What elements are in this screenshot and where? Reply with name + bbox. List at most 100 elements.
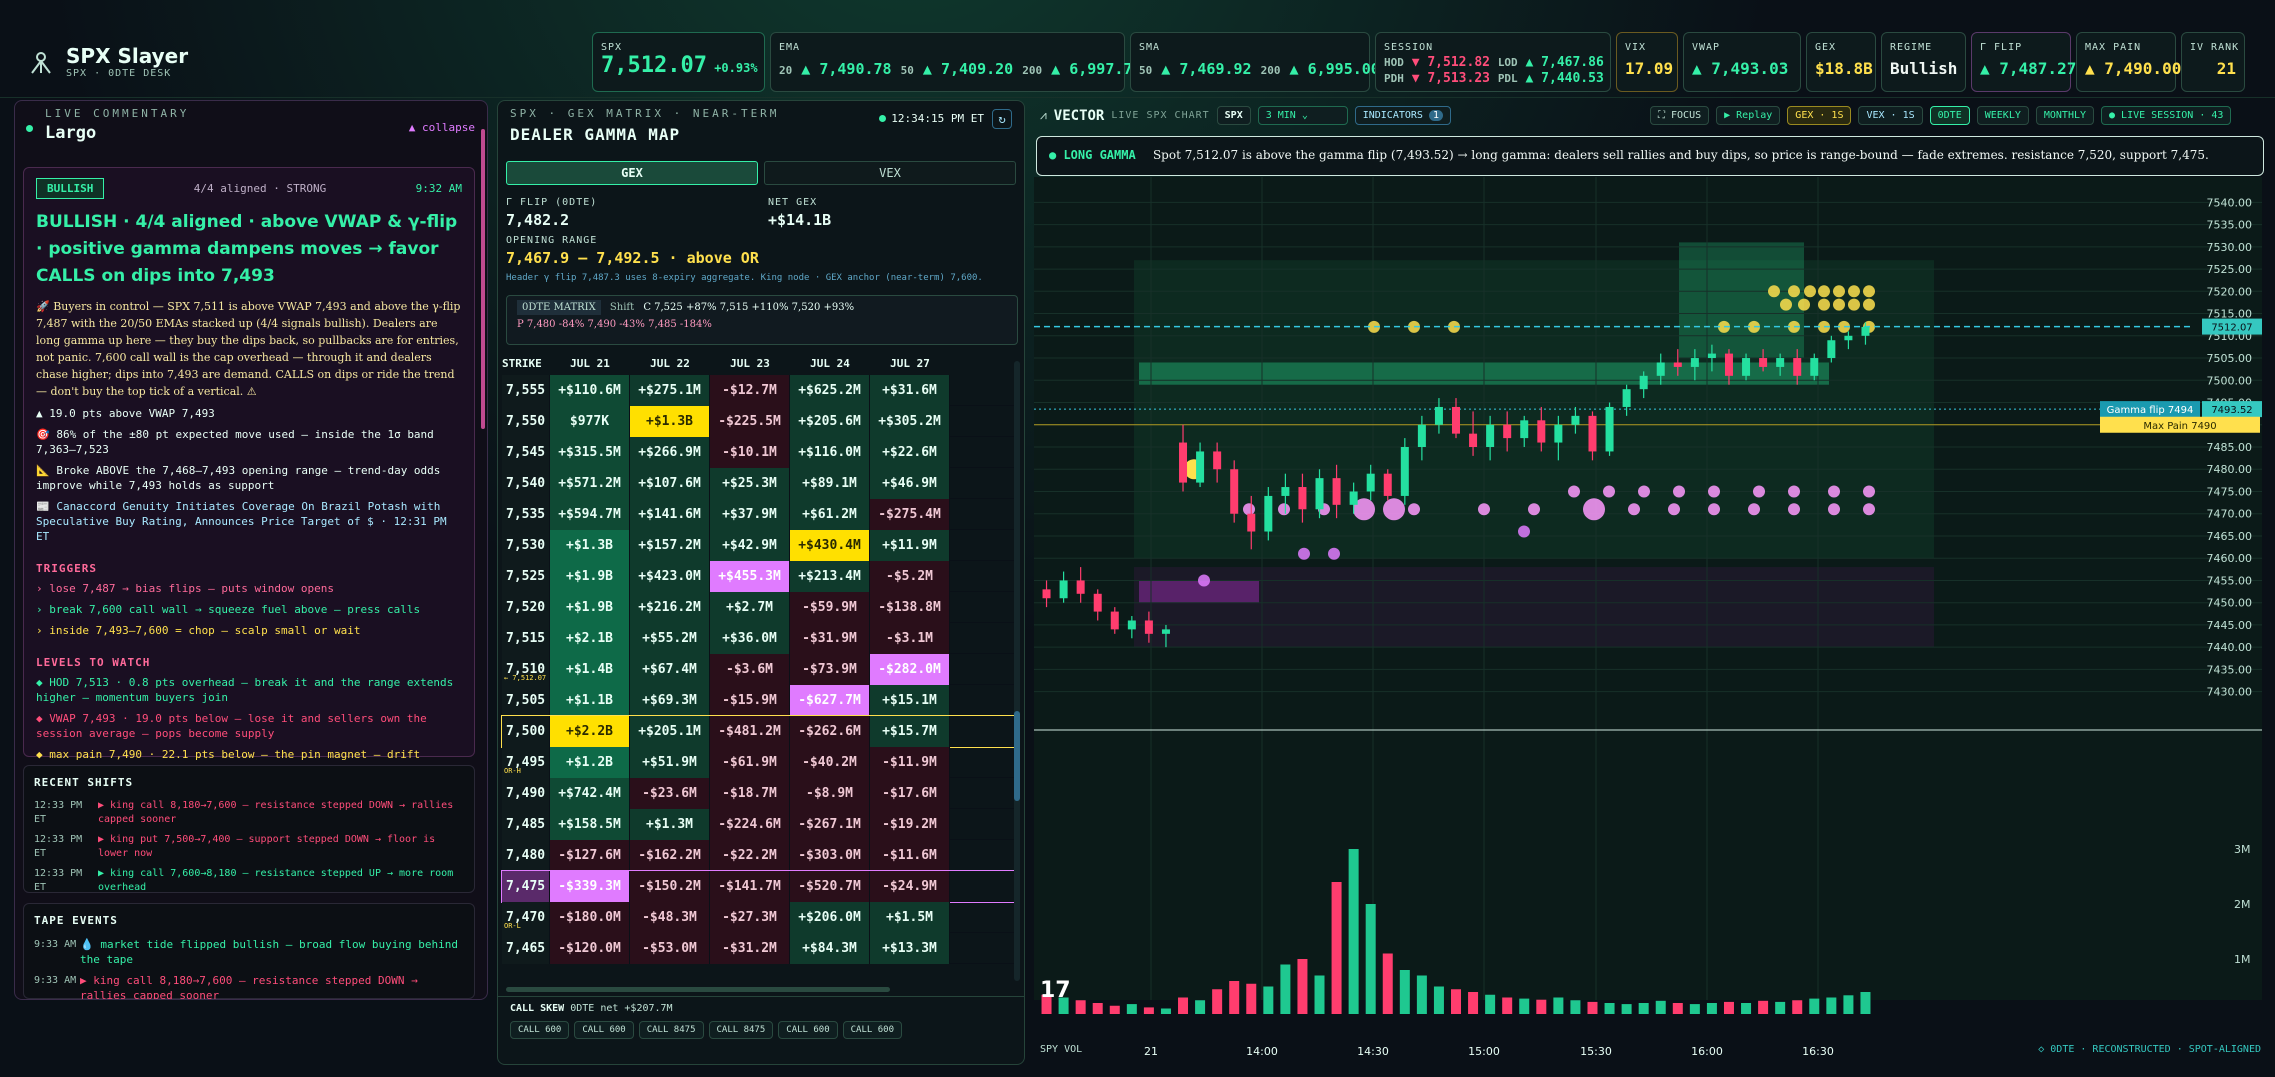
gamma-node-dot[interactable]	[1863, 503, 1875, 516]
gamma-node-dot[interactable]	[1383, 498, 1405, 521]
gex-cell[interactable]: +$1.3M	[630, 809, 710, 840]
gex-cell[interactable]: +$430.4M	[790, 530, 870, 561]
candle-body[interactable]	[1861, 326, 1870, 336]
matrix-col-header[interactable]: JUL 24	[790, 357, 870, 370]
gex-cell[interactable]: -$162.2M	[630, 840, 710, 871]
candle-body[interactable]	[1673, 362, 1682, 367]
gex-cell[interactable]: +$141.6M	[630, 499, 710, 530]
scrollbar[interactable]	[481, 129, 485, 429]
matrix-row[interactable]: 7,485 +$158.5M +$1.3M -$224.6M -$267.1M -$19.…	[502, 809, 1014, 840]
gex-cell[interactable]: +$116.0M	[790, 437, 870, 468]
candle-body[interactable]	[1452, 406, 1460, 434]
gex-cell[interactable]: -$59.9M	[790, 592, 870, 623]
news-item[interactable]: 📰 Canaccord Genuity Initiates Coverage O…	[36, 499, 462, 544]
gamma-node-dot[interactable]	[1708, 485, 1720, 498]
gamma-node-dot[interactable]	[1780, 298, 1792, 311]
matrix-row[interactable]: 7,495 +$1.2B +$51.9M -$61.9M -$40.2M -$11.9M O…	[502, 747, 1014, 778]
gamma-node-dot[interactable]	[1848, 285, 1860, 298]
gex-cell[interactable]: +$594.7M	[550, 499, 630, 530]
candle-body[interactable]	[1076, 580, 1085, 594]
candle-body[interactable]	[1639, 375, 1648, 390]
candle-body[interactable]	[1196, 451, 1205, 483]
candle-body[interactable]	[1230, 469, 1239, 514]
gex-cell[interactable]: -$19.2M	[870, 809, 950, 840]
gamma-node-dot[interactable]	[1753, 485, 1765, 498]
skew-chip[interactable]: CALL 600	[510, 1021, 570, 1039]
gex-cell[interactable]: +$13.3M	[870, 933, 950, 964]
gex-cell[interactable]: +$15.7M	[870, 716, 950, 747]
matrix-row[interactable]: 7,520 +$1.9B +$216.2M +$2.7M -$59.9M -$138.8M	[502, 592, 1014, 623]
gamma-node-dot[interactable]	[1528, 503, 1540, 516]
gamma-node-dot[interactable]	[1278, 503, 1290, 516]
card-iv-rank[interactable]: IV RANK 21	[2181, 32, 2245, 92]
collapse-button[interactable]: ▲ collapse	[409, 121, 475, 134]
skew-chip[interactable]: CALL 600	[842, 1021, 902, 1039]
replay-button[interactable]: ▶ Replay	[1716, 106, 1781, 125]
matrix-row[interactable]: 7,540 +$571.2M +$107.6M +$25.3M +$89.1M +$46.…	[502, 468, 1014, 499]
gex-cell[interactable]: -$303.0M	[790, 840, 870, 871]
gamma-node-dot[interactable]	[1198, 574, 1210, 587]
candle-body[interactable]	[1179, 442, 1188, 483]
gex-cell[interactable]: +$216.2M	[630, 592, 710, 623]
monthly-toggle[interactable]: MONTHLY	[2035, 106, 2095, 125]
candle-body[interactable]	[1366, 473, 1375, 492]
candle-body[interactable]	[1588, 415, 1597, 452]
gex-cell[interactable]: +$1.9B	[550, 561, 630, 592]
gex-cell[interactable]: +$571.2M	[550, 468, 630, 499]
gex-cell[interactable]: -$8.9M	[790, 778, 870, 809]
gex-cell[interactable]: -$520.7M	[790, 871, 870, 902]
skew-chip[interactable]: CALL 8475	[708, 1021, 774, 1039]
candle-body[interactable]	[1622, 389, 1631, 407]
matrix-row[interactable]: 7,555 +$110.6M +$275.1M -$12.7M +$625.2M +$31…	[502, 375, 1014, 406]
card-max-pain[interactable]: MAX PAIN ▲ 7,490.00	[2076, 32, 2181, 92]
candle-body[interactable]	[1486, 424, 1495, 447]
gex-cell[interactable]: -$150.2M	[630, 871, 710, 902]
gex-cell[interactable]: +$1.3B	[630, 406, 710, 437]
candle-body[interactable]	[1281, 487, 1290, 496]
gamma-node-dot[interactable]	[1818, 298, 1830, 311]
gex-cell[interactable]: +$625.2M	[790, 375, 870, 406]
gex-cell[interactable]: -$53.0M	[630, 933, 710, 964]
candle-body[interactable]	[1810, 358, 1819, 376]
gamma-node-dot[interactable]	[1708, 503, 1720, 516]
gamma-node-dot[interactable]	[1478, 503, 1490, 516]
gamma-node-dot[interactable]	[1848, 298, 1860, 311]
gex-cell[interactable]: +$11.9M	[870, 530, 950, 561]
tab-gex[interactable]: GEX	[506, 161, 758, 185]
gex-cell[interactable]: -$224.6M	[710, 809, 790, 840]
gex-cell[interactable]: -$180.0M	[550, 902, 630, 933]
timeframe-select[interactable]: 3 MIN ⌄	[1257, 106, 1348, 125]
gex-cell[interactable]: -$73.9M	[790, 654, 870, 685]
gex-cell[interactable]: +$157.2M	[630, 530, 710, 561]
candle-body[interactable]	[1127, 620, 1136, 630]
gex-cell[interactable]: +$67.4M	[630, 654, 710, 685]
gex-cell[interactable]: +$31.6M	[870, 375, 950, 406]
gamma-node-dot[interactable]	[1673, 485, 1685, 498]
gex-cell[interactable]: +$37.9M	[710, 499, 790, 530]
gex-cell[interactable]: -$127.6M	[550, 840, 630, 871]
matrix-row[interactable]: 7,470 -$180.0M -$48.3M -$27.3M +$206.0M +$1.5…	[502, 902, 1014, 933]
gex-cell[interactable]: +$205.1M	[630, 716, 710, 747]
focus-button[interactable]: ⛶ FOCUS	[1650, 106, 1710, 125]
candle-body[interactable]	[1656, 362, 1665, 376]
skew-chip[interactable]: CALL 8475	[638, 1021, 704, 1039]
candle-body[interactable]	[1247, 513, 1256, 532]
candle-body[interactable]	[1690, 358, 1699, 367]
gex-cell[interactable]: +$1.9B	[550, 592, 630, 623]
matrix-row[interactable]: 7,530 +$1.3B +$157.2M +$42.9M +$430.4M +$11.9…	[502, 530, 1014, 561]
candle-body[interactable]	[1315, 478, 1324, 510]
matrix-row[interactable]: 7,480 -$127.6M -$162.2M -$22.2M -$303.0M -$11…	[502, 840, 1014, 871]
candle-body[interactable]	[1264, 495, 1273, 532]
gex-cell[interactable]: +$315.5M	[550, 437, 630, 468]
candle-body[interactable]	[1503, 424, 1512, 439]
matrix-row[interactable]: 7,475 -$339.3M -$150.2M -$141.7M -$520.7M -$2…	[501, 870, 1015, 903]
skew-chip[interactable]: CALL 600	[574, 1021, 634, 1039]
gamma-node-dot[interactable]	[1583, 498, 1605, 521]
gamma-node-dot[interactable]	[1768, 285, 1780, 298]
matrix-row[interactable]: 7,510 +$1.4B +$67.4M -$3.6M -$73.9M -$282.0M ←…	[502, 654, 1014, 685]
gamma-node-dot[interactable]	[1788, 285, 1800, 298]
candle-body[interactable]	[1827, 340, 1836, 359]
gamma-node-dot[interactable]	[1668, 503, 1680, 516]
gex-cell[interactable]: -$267.1M	[790, 809, 870, 840]
gex-cell[interactable]: -$31.9M	[790, 623, 870, 654]
